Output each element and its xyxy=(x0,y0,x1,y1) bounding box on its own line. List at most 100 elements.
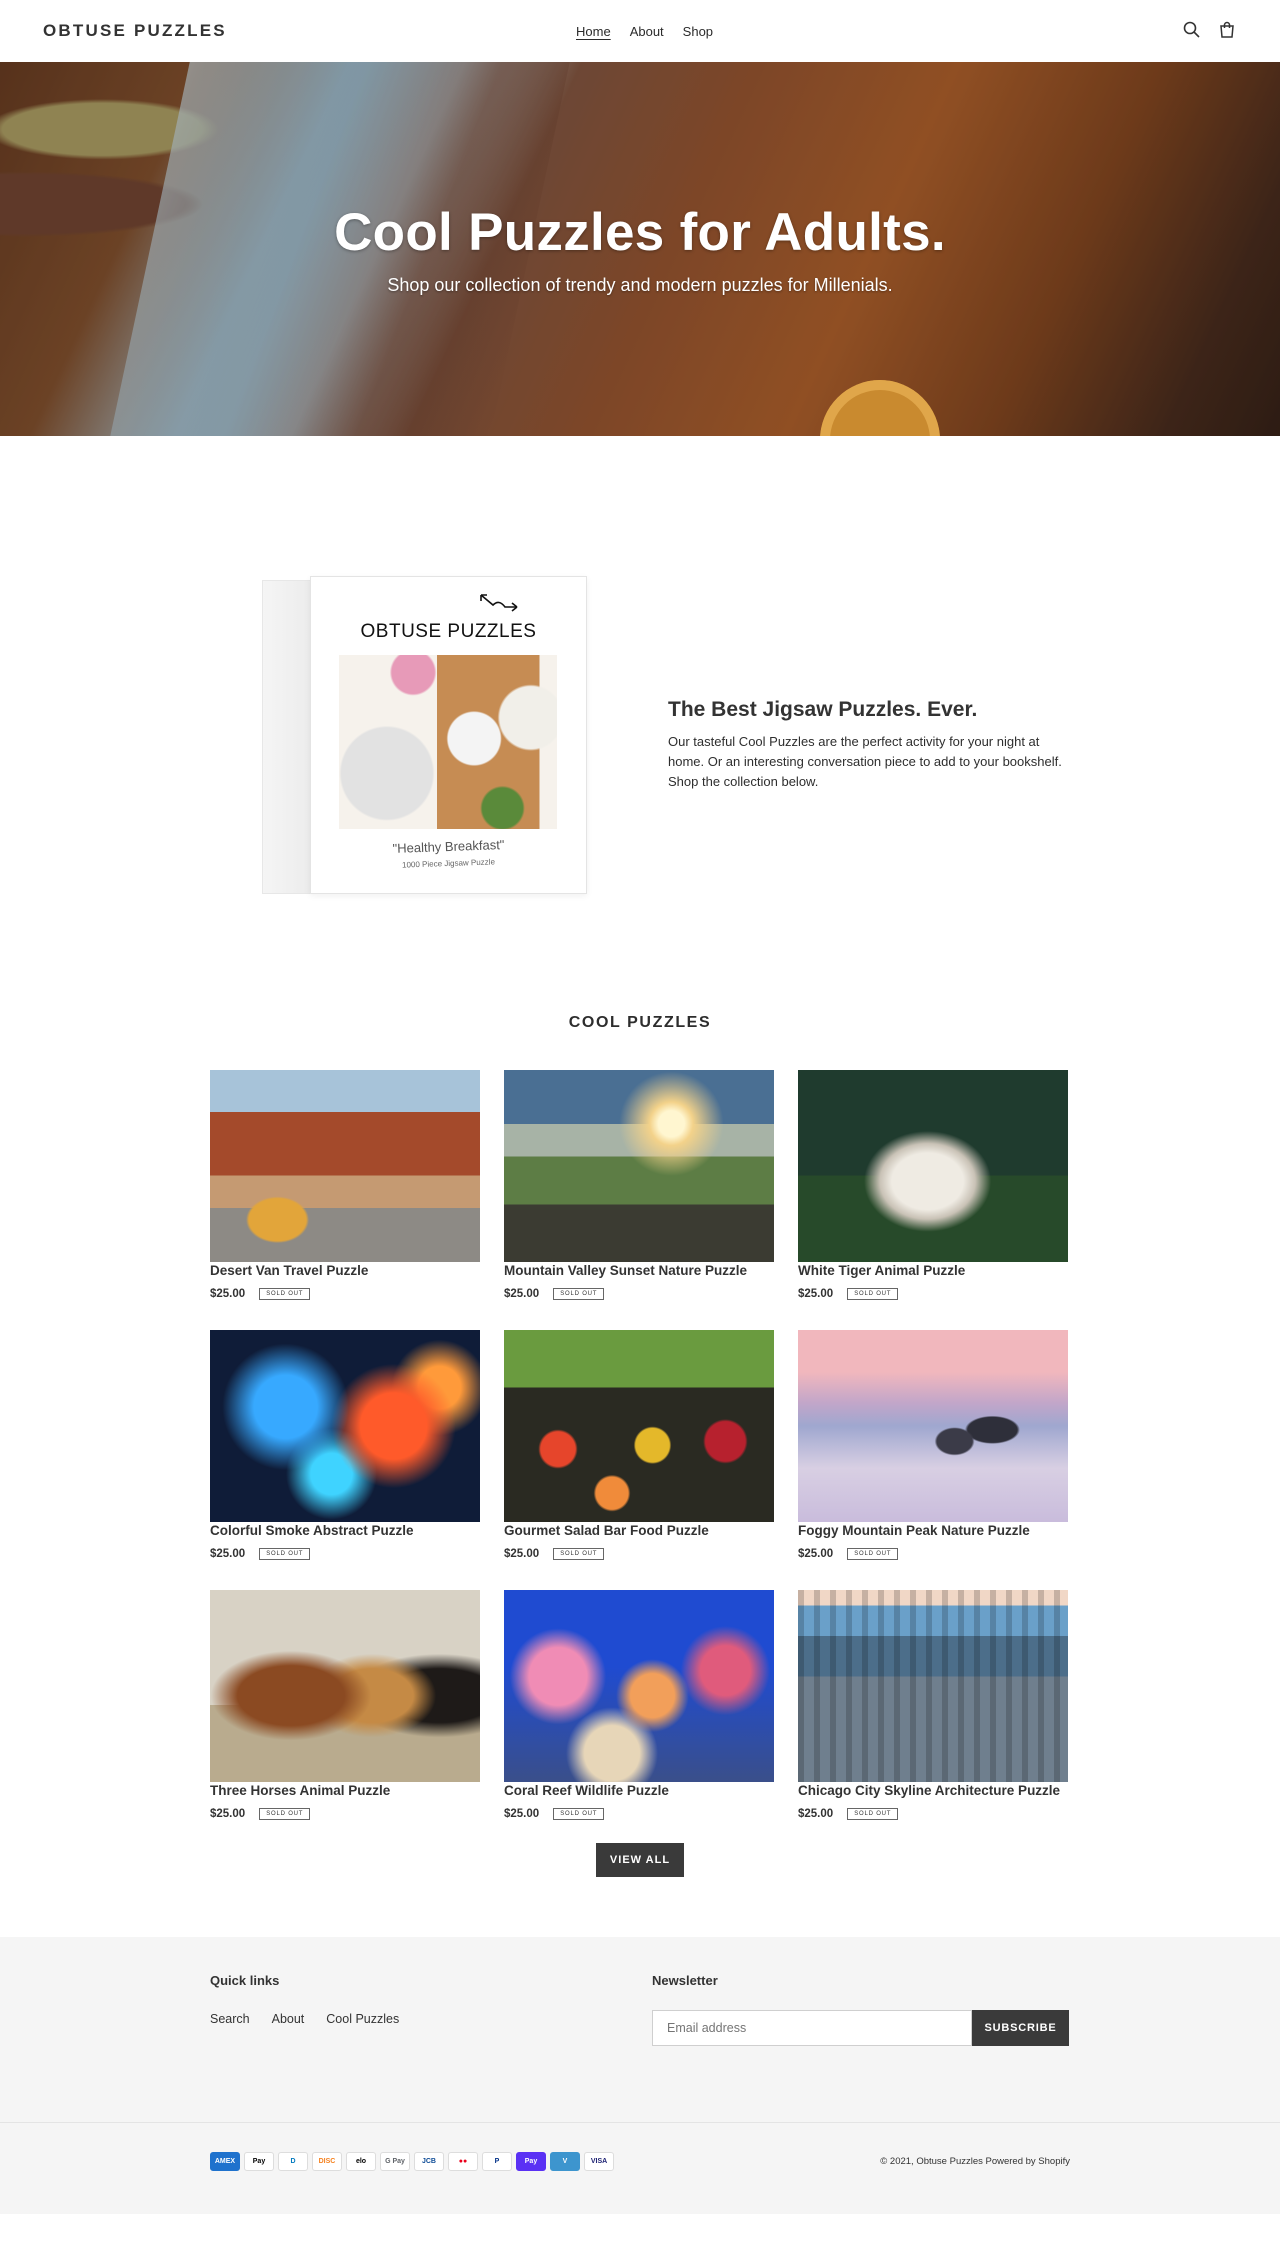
quick-links-list: Search About Cool Puzzles xyxy=(210,2012,399,2026)
puzzle-box-face: OBTUSE PUZZLES "Healthy Breakfast" 1000 … xyxy=(310,576,587,894)
product-price: $25.00 xyxy=(210,1288,246,1300)
footer-bottom: AMEX Pay D DISC elo G Pay JCB ●● P Pay V VISA © 202… xyxy=(0,2122,1280,2214)
intro-body: Our tasteful Cool Puzzles are the perfec… xyxy=(668,734,1062,789)
product-title[interactable]: Colorful Smoke Abstract Puzzle xyxy=(210,1523,480,1539)
footer-link-about[interactable]: About xyxy=(272,2012,305,2026)
product-meta: $25.00 SOLD OUT xyxy=(504,1288,774,1300)
product-title[interactable]: Chicago City Skyline Architecture Puzzle xyxy=(798,1783,1068,1799)
store-logo[interactable]: OBTUSE PUZZLES xyxy=(43,21,227,41)
view-all-button[interactable]: VIEW ALL xyxy=(595,1843,685,1877)
hero-text: Cool Puzzles for Adults. Shop our collec… xyxy=(0,202,1280,296)
product-card[interactable]: Colorful Smoke Abstract Puzzle $25.00 SO… xyxy=(210,1330,480,1564)
product-title[interactable]: Gourmet Salad Bar Food Puzzle xyxy=(504,1523,774,1539)
subscribe-button[interactable]: SUBSCRIBE xyxy=(972,2010,1069,2046)
product-title[interactable]: Foggy Mountain Peak Nature Puzzle xyxy=(798,1523,1068,1539)
collection-title: COOL PUZZLES xyxy=(568,1014,712,1031)
footer-link-search[interactable]: Search xyxy=(210,2012,250,2026)
product-title[interactable]: Desert Van Travel Puzzle xyxy=(210,1263,480,1279)
email-field[interactable] xyxy=(652,2010,972,2046)
newsletter-block: Newsletter SUBSCRIBE xyxy=(652,1973,1069,2046)
sold-out-badge: SOLD OUT xyxy=(553,1288,605,1300)
nav-home-link[interactable]: Home xyxy=(576,24,611,39)
product-title[interactable]: Three Horses Animal Puzzle xyxy=(210,1783,480,1799)
hero-mug-image xyxy=(820,380,940,436)
shop-pay-icon: Pay xyxy=(516,2152,546,2171)
product-card[interactable]: Coral Reef Wildlife Puzzle $25.00 SOLD O… xyxy=(504,1590,774,1824)
diners-club-icon: D xyxy=(278,2152,308,2171)
nav-about-link[interactable]: About xyxy=(630,24,664,39)
product-image-mountain-valley[interactable] xyxy=(504,1070,774,1262)
main-nav: Home About Shop xyxy=(576,0,713,62)
product-card[interactable]: Mountain Valley Sunset Nature Puzzle $25… xyxy=(504,1070,774,1304)
product-meta: $25.00 SOLD OUT xyxy=(504,1548,774,1560)
intro-title: The Best Jigsaw Puzzles. Ever. xyxy=(668,698,978,721)
footer-link-cool-puzzles[interactable]: Cool Puzzles xyxy=(326,2012,399,2026)
product-image-foggy-mountain[interactable] xyxy=(798,1330,1068,1522)
paypal-icon: P xyxy=(482,2152,512,2171)
featured-collection: COOL PUZZLES Desert Van Travel Puzzle $2… xyxy=(0,1012,1280,1918)
product-meta: $25.00 SOLD OUT xyxy=(210,1548,480,1560)
product-title[interactable]: Coral Reef Wildlife Puzzle xyxy=(504,1783,774,1799)
product-card[interactable]: Foggy Mountain Peak Nature Puzzle $25.00… xyxy=(798,1330,1068,1564)
newsletter-heading: Newsletter xyxy=(652,1973,718,1988)
product-card[interactable]: Chicago City Skyline Architecture Puzzle… xyxy=(798,1590,1068,1824)
nav-shop-link[interactable]: Shop xyxy=(683,24,713,39)
product-price: $25.00 xyxy=(504,1548,540,1560)
google-pay-icon: G Pay xyxy=(380,2152,410,2171)
elo-icon: elo xyxy=(346,2152,376,2171)
sold-out-badge: SOLD OUT xyxy=(847,1548,899,1560)
sold-out-badge: SOLD OUT xyxy=(259,1808,311,1820)
footer-top: Quick links Search About Cool Puzzles Ne… xyxy=(0,1937,1280,2122)
product-card[interactable]: Desert Van Travel Puzzle $25.00 SOLD OUT xyxy=(210,1070,480,1304)
product-image-colorful-smoke[interactable] xyxy=(210,1330,480,1522)
product-image-coral-reef[interactable] xyxy=(504,1590,774,1782)
product-image-chicago-skyline[interactable] xyxy=(798,1590,1068,1782)
product-meta: $25.00 SOLD OUT xyxy=(798,1288,1068,1300)
apple-pay-icon: Pay xyxy=(244,2152,274,2171)
product-title[interactable]: Mountain Valley Sunset Nature Puzzle xyxy=(504,1263,774,1279)
product-price: $25.00 xyxy=(798,1548,834,1560)
puzzle-box-side xyxy=(262,580,312,894)
puzzle-box-brand: OBTUSE PUZZLES xyxy=(360,621,537,642)
view-all-wrap: VIEW ALL xyxy=(0,1843,1280,1918)
product-meta: $25.00 SOLD OUT xyxy=(798,1808,1068,1820)
product-image-salad-bar[interactable] xyxy=(504,1330,774,1522)
sold-out-badge: SOLD OUT xyxy=(259,1288,311,1300)
product-card[interactable]: White Tiger Animal Puzzle $25.00 SOLD OU… xyxy=(798,1070,1068,1304)
amex-icon: AMEX xyxy=(210,2152,240,2171)
intro-section: OBTUSE PUZZLES "Healthy Breakfast" 1000 … xyxy=(0,436,1280,1012)
product-price: $25.00 xyxy=(798,1808,834,1820)
payment-icons: AMEX Pay D DISC elo G Pay JCB ●● P Pay V VISA xyxy=(210,2152,614,2171)
quick-links-heading: Quick links xyxy=(210,1973,280,1988)
sold-out-badge: SOLD OUT xyxy=(847,1808,899,1820)
cart-icon[interactable] xyxy=(1217,20,1237,40)
product-card[interactable]: Gourmet Salad Bar Food Puzzle $25.00 SOL… xyxy=(504,1330,774,1564)
sold-out-badge: SOLD OUT xyxy=(553,1548,605,1560)
discover-icon: DISC xyxy=(312,2152,342,2171)
search-icon[interactable] xyxy=(1182,20,1202,40)
visa-icon: VISA xyxy=(584,2152,614,2171)
product-meta: $25.00 SOLD OUT xyxy=(210,1808,480,1820)
hero-subtitle: Shop our collection of trendy and modern… xyxy=(387,275,893,295)
product-price: $25.00 xyxy=(210,1548,246,1560)
product-price: $25.00 xyxy=(210,1808,246,1820)
sold-out-badge: SOLD OUT xyxy=(847,1288,899,1300)
site-header: OBTUSE PUZZLES Home About Shop xyxy=(0,0,1280,62)
hero-banner: Cool Puzzles for Adults. Shop our collec… xyxy=(0,62,1280,436)
intro-text: The Best Jigsaw Puzzles. Ever. Our taste… xyxy=(668,698,1068,792)
product-meta: $25.00 SOLD OUT xyxy=(210,1288,480,1300)
product-image-white-tiger[interactable] xyxy=(798,1070,1068,1262)
product-price: $25.00 xyxy=(504,1808,540,1820)
venmo-icon: V xyxy=(550,2152,580,2171)
product-title[interactable]: White Tiger Animal Puzzle xyxy=(798,1263,1068,1279)
brand-arrow-icon xyxy=(480,594,518,612)
quick-links-block: Quick links Search About Cool Puzzles xyxy=(210,1973,399,2026)
product-image-three-horses[interactable] xyxy=(210,1590,480,1782)
product-image-desert-van[interactable] xyxy=(210,1070,480,1262)
product-grid: Desert Van Travel Puzzle $25.00 SOLD OUT… xyxy=(210,1070,1070,1824)
site-footer: Quick links Search About Cool Puzzles Ne… xyxy=(0,1937,1280,2214)
product-card[interactable]: Three Horses Animal Puzzle $25.00 SOLD O… xyxy=(210,1590,480,1824)
product-price: $25.00 xyxy=(504,1288,540,1300)
newsletter-form: SUBSCRIBE xyxy=(652,2010,1069,2046)
header-icons xyxy=(1182,20,1237,40)
